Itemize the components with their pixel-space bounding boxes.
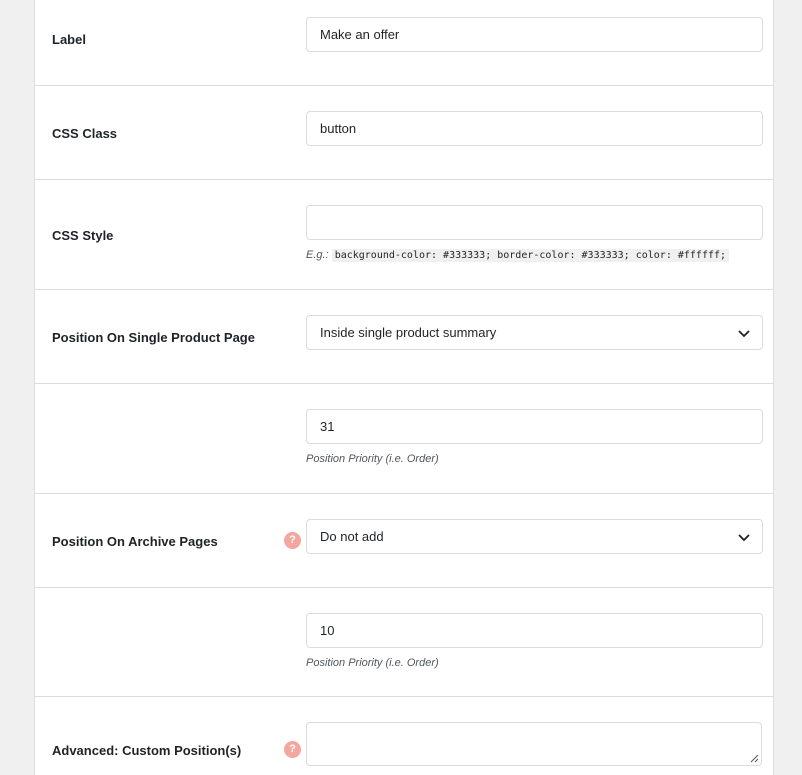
position-archive-select[interactable]: Do not add — [306, 519, 763, 554]
position-single-selected: Inside single product summary — [320, 325, 497, 340]
label-input[interactable]: Make an offer — [306, 17, 763, 52]
css-class-row: CSS Class button — [35, 86, 774, 180]
label-row: Label Make an offer — [35, 14, 774, 86]
priority-archive-input[interactable]: 10 — [306, 613, 763, 648]
resize-handle-icon[interactable] — [750, 754, 759, 763]
question-mark-icon[interactable]: ? — [284, 532, 301, 549]
css-style-input[interactable] — [306, 205, 763, 240]
css-style-row: CSS Style E.g.: background-color: #33333… — [35, 180, 774, 290]
question-mark-icon[interactable]: ? — [284, 741, 301, 758]
css-style-example: E.g.: background-color: #333333; border-… — [306, 249, 730, 262]
chevron-down-icon — [738, 534, 750, 542]
css-class-label: CSS Class — [52, 126, 118, 141]
position-single-row: Position On Single Product Page Inside s… — [35, 290, 774, 384]
priority-single-row: 31 Position Priority (i.e. Order) — [35, 384, 774, 494]
css-class-input[interactable]: button — [306, 111, 763, 146]
css-style-label: CSS Style — [52, 228, 114, 243]
priority-single-description: Position Priority (i.e. Order) — [306, 453, 439, 465]
priority-single-input[interactable]: 31 — [306, 409, 763, 444]
settings-panel: Label Make an offer CSS Class button CSS… — [34, 0, 774, 775]
priority-archive-description: Position Priority (i.e. Order) — [306, 657, 439, 669]
css-style-example-prefix: E.g.: — [306, 249, 329, 261]
position-archive-row: Position On Archive Pages ? Do not add — [35, 494, 774, 588]
chevron-down-icon — [738, 330, 750, 338]
position-archive-selected: Do not add — [320, 529, 384, 544]
priority-archive-row: 10 Position Priority (i.e. Order) — [35, 588, 774, 697]
position-single-select[interactable]: Inside single product summary — [306, 315, 763, 350]
css-style-example-code: background-color: #333333; border-color:… — [331, 249, 730, 262]
custom-positions-textarea[interactable] — [306, 722, 762, 766]
custom-positions-label: Advanced: Custom Position(s) — [52, 743, 242, 758]
position-archive-label: Position On Archive Pages — [52, 534, 218, 549]
position-single-label: Position On Single Product Page — [52, 330, 255, 345]
label-field-label: Label — [52, 32, 86, 47]
